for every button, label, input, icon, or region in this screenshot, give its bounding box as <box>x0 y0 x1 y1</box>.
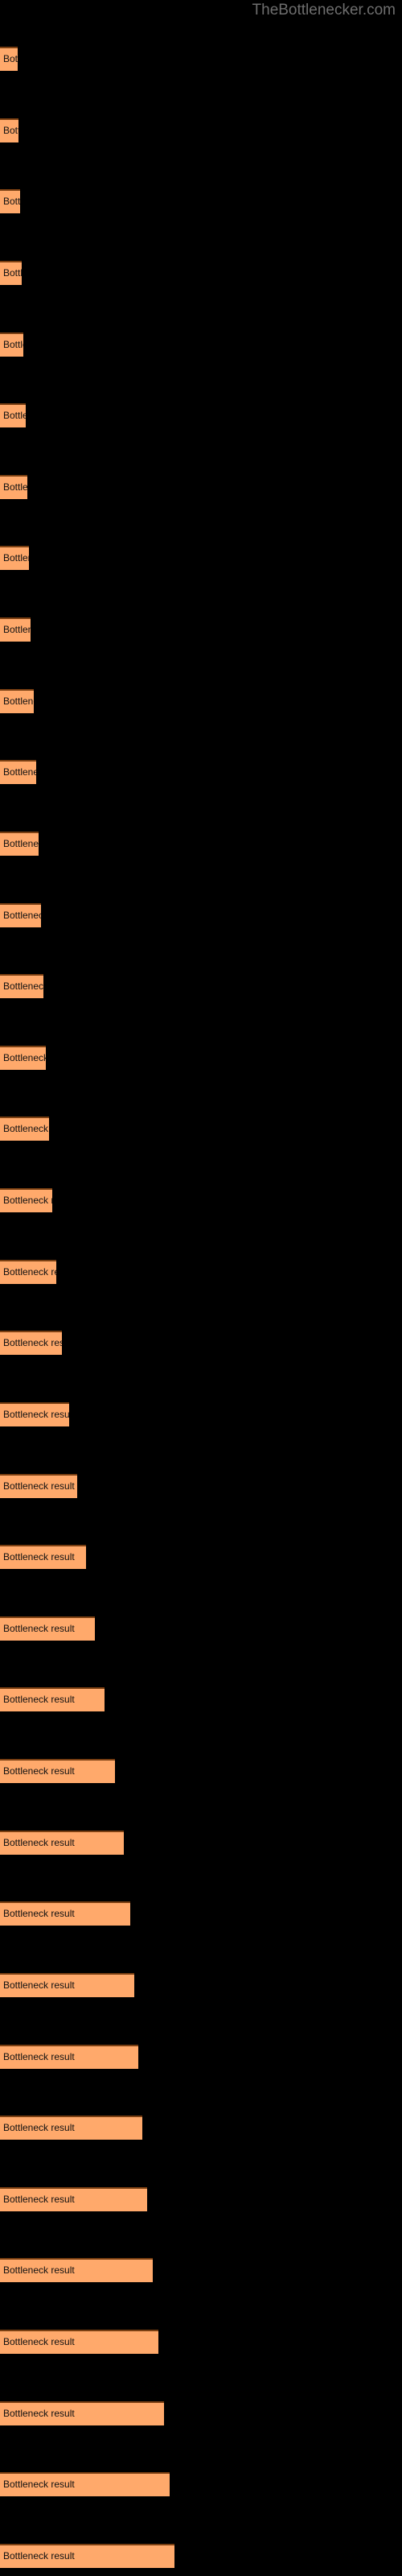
bottleneck-bar-chart: Bottleneck result Bottleneck result Bottle… <box>0 0 402 2576</box>
bar-segment <box>0 2045 138 2069</box>
bar-segment <box>0 2472 170 2496</box>
bar-row: Bottleneck result <box>0 760 402 784</box>
bar-row: Bottleneck result <box>0 1474 402 1498</box>
bar-row: Bottleneck result <box>0 403 402 427</box>
bar-segment <box>0 2401 164 2425</box>
bar-segment <box>0 1402 69 1426</box>
bar-row: Bottleneck result <box>0 1046 402 1070</box>
bar-row: Bottleneck result <box>0 261 402 285</box>
bar-row: Bottleneck result <box>0 1260 402 1284</box>
bar-row: Bottleneck result <box>0 1831 402 1855</box>
bar-segment <box>0 1474 77 1498</box>
bar-segment <box>0 903 41 927</box>
bar-row: Bottleneck result <box>0 1687 402 1711</box>
bar-segment <box>0 2258 153 2282</box>
bar-segment <box>0 2116 142 2140</box>
bar-segment <box>0 403 26 427</box>
bar-segment <box>0 332 23 357</box>
bar-row: Bottleneck result <box>0 1973 402 1997</box>
bar-segment <box>0 546 29 570</box>
bar-segment <box>0 1901 130 1926</box>
bar-row: Bottleneck result <box>0 974 402 998</box>
bar-row: Bottleneck result <box>0 1188 402 1212</box>
bar-row: Bottleneck result <box>0 2544 402 2568</box>
bar-row: Bottleneck result <box>0 189 402 213</box>
bar-row: Bottleneck result <box>0 2330 402 2354</box>
bar-row: Bottleneck result <box>0 2045 402 2069</box>
bar-row: Bottleneck result <box>0 832 402 856</box>
bar-segment <box>0 832 39 856</box>
bar-segment <box>0 760 36 784</box>
bar-segment <box>0 118 18 142</box>
bar-segment <box>0 261 22 285</box>
bar-row: Bottleneck result <box>0 2472 402 2496</box>
bar-row: Bottleneck result <box>0 118 402 142</box>
bar-segment <box>0 1616 95 1641</box>
bar-segment <box>0 617 31 642</box>
bar-segment <box>0 1831 124 1855</box>
bar-row: Bottleneck result <box>0 332 402 357</box>
bar-row: Bottleneck result <box>0 1901 402 1926</box>
bar-row: Bottleneck result <box>0 903 402 927</box>
bar-row: Bottleneck result <box>0 1117 402 1141</box>
bar-segment <box>0 689 34 713</box>
bar-segment <box>0 2187 147 2211</box>
bar-segment <box>0 2330 158 2354</box>
bar-segment <box>0 1687 105 1711</box>
bar-segment <box>0 1973 134 1997</box>
bar-row: Bottleneck result <box>0 1759 402 1783</box>
bar-row: Bottleneck result <box>0 47 402 71</box>
bar-segment <box>0 1759 115 1783</box>
bar-row: Bottleneck result <box>0 1331 402 1355</box>
bar-row: Bottleneck result <box>0 617 402 642</box>
bar-row: Bottleneck result <box>0 2116 402 2140</box>
bar-segment <box>0 1046 46 1070</box>
bar-segment <box>0 974 43 998</box>
bar-row: Bottleneck result <box>0 475 402 499</box>
bar-row: Bottleneck result <box>0 1616 402 1641</box>
bar-segment <box>0 1117 49 1141</box>
bar-segment <box>0 1331 62 1355</box>
bar-segment <box>0 1545 86 1569</box>
bar-segment <box>0 189 20 213</box>
bar-segment <box>0 47 18 71</box>
bar-segment <box>0 475 27 499</box>
bar-row: Bottleneck result <box>0 546 402 570</box>
bar-segment <box>0 1260 56 1284</box>
bar-row: Bottleneck result <box>0 2258 402 2282</box>
bar-row: Bottleneck result <box>0 1402 402 1426</box>
bar-row: Bottleneck result <box>0 689 402 713</box>
bar-segment <box>0 1188 52 1212</box>
bar-row: Bottleneck result <box>0 2187 402 2211</box>
bar-row: Bottleneck result <box>0 2401 402 2425</box>
bar-row: Bottleneck result <box>0 1545 402 1569</box>
bar-segment <box>0 2544 174 2568</box>
